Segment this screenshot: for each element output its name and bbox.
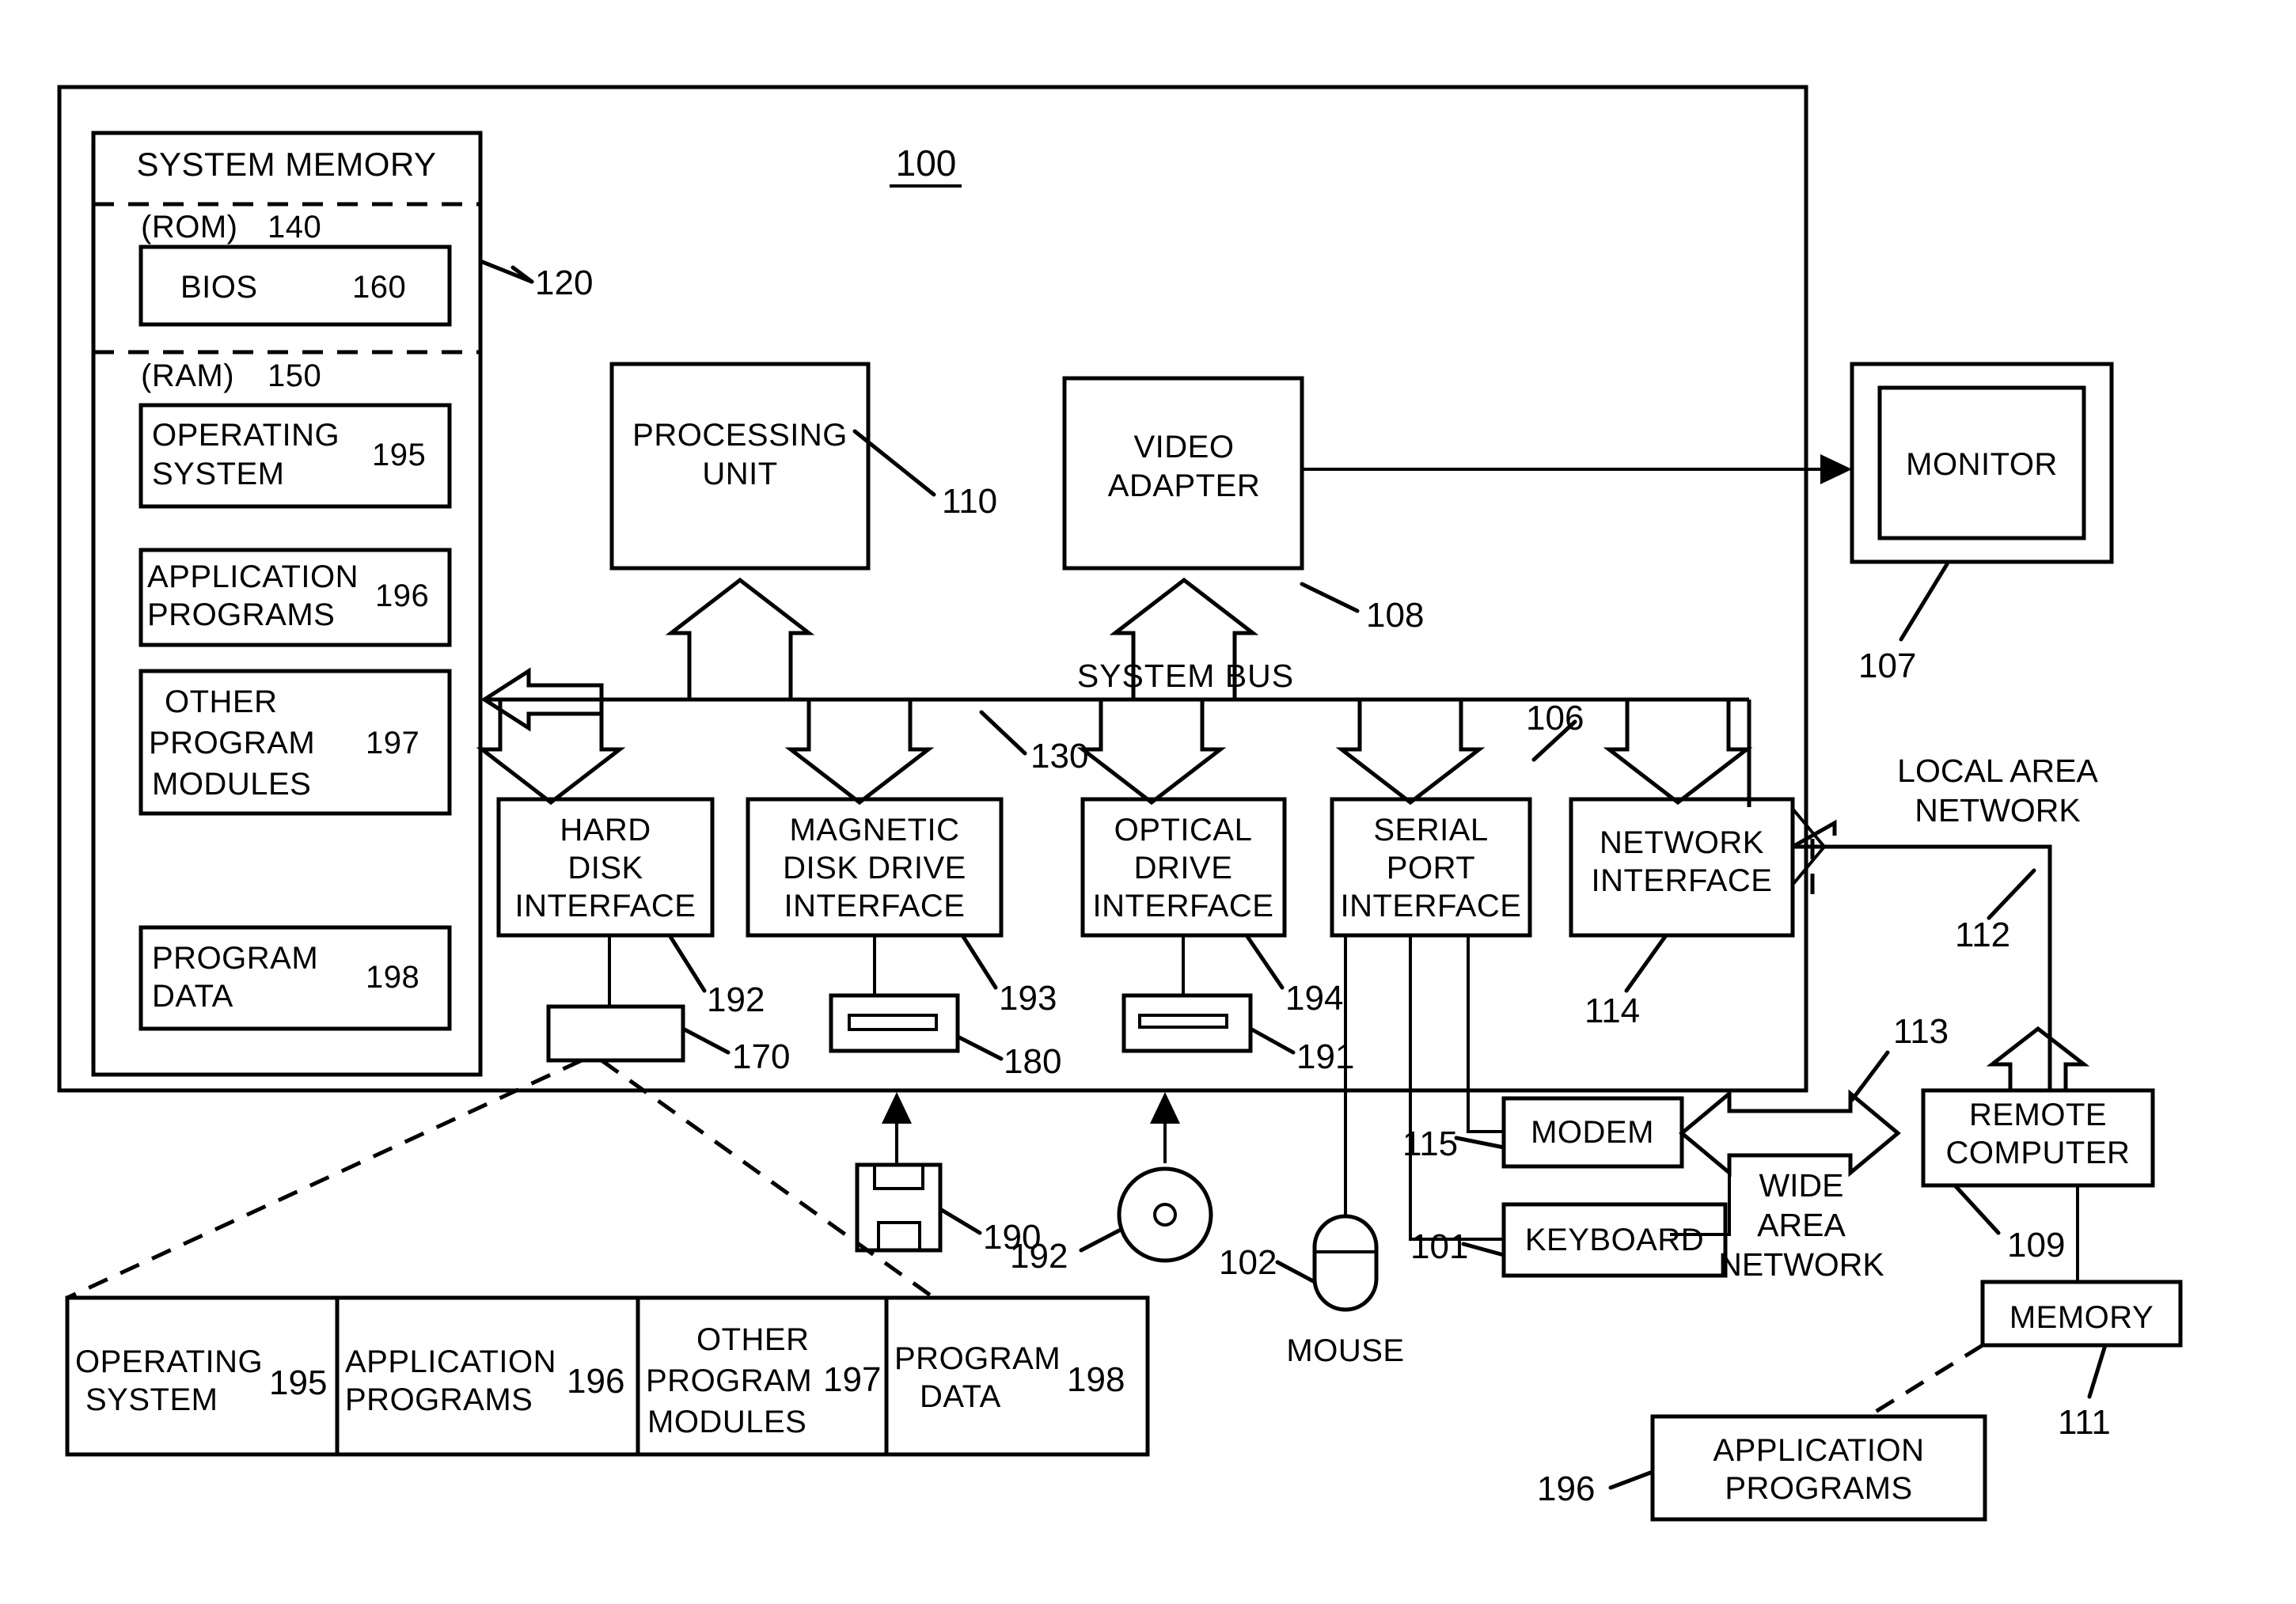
serial-interface-line3: INTERFACE (1341, 889, 1522, 923)
serial-interface-line2: PORT (1387, 851, 1475, 885)
memory-block-3-ref: 198 (366, 960, 419, 995)
ref-120: 120 (535, 264, 593, 302)
ram-label: (RAM) (141, 358, 234, 393)
wan-label-line1: WIDE (1759, 1167, 1843, 1204)
memory-block-2-line1: OTHER (165, 684, 278, 719)
hard-disk-interface-line1: HARD (560, 813, 651, 848)
magnetic-interface-line1: MAGNETIC (789, 813, 959, 848)
wan-label-line2: AREA (1757, 1207, 1846, 1243)
ref-108: 108 (1366, 596, 1424, 635)
expanded-cell-3-line2: DATA (920, 1379, 1001, 1414)
remote-computer-line1: REMOTE (1969, 1098, 2107, 1132)
ref-115: 115 (1402, 1124, 1458, 1163)
ref-101: 101 (1410, 1227, 1468, 1266)
network-interface-line1: NETWORK (1600, 825, 1764, 860)
mouse-label: MOUSE (1286, 1333, 1404, 1368)
serial-interface-line1: SERIAL (1373, 813, 1488, 848)
ref-192-disc: 192 (1010, 1237, 1068, 1276)
ref-112: 112 (1955, 916, 2010, 954)
ref-196-remote: 196 (1537, 1469, 1595, 1508)
system-bus-label: SYSTEM BUS (1077, 658, 1294, 694)
video-adapter-line1: VIDEO (1134, 430, 1235, 465)
ref-114: 114 (1584, 992, 1640, 1030)
bios-ref: 160 (352, 270, 406, 305)
ref-180: 180 (1004, 1042, 1061, 1081)
bios-label: BIOS (180, 270, 258, 305)
expanded-cell-2-ref: 197 (823, 1360, 881, 1399)
ref-106: 106 (1526, 699, 1584, 738)
ref-130: 130 (1030, 737, 1088, 775)
ref-109: 109 (2007, 1226, 2065, 1265)
memory-block-3-line2: DATA (152, 979, 233, 1014)
memory-block-1-ref: 196 (375, 578, 429, 613)
ref-192-interface: 192 (707, 980, 765, 1019)
memory-block-0-ref: 195 (372, 438, 426, 472)
rom-ref: 140 (268, 210, 321, 245)
remote-app-programs-line2: PROGRAMS (1725, 1471, 1912, 1506)
expanded-cell-2-line1: OTHER (696, 1322, 810, 1357)
expanded-cell-1-line2: PROGRAMS (345, 1382, 533, 1417)
hard-disk-interface-line3: INTERFACE (515, 889, 696, 923)
processing-unit-line1: PROCESSING (632, 418, 848, 453)
expanded-cell-0-ref: 195 (269, 1363, 327, 1402)
system-memory-heading: SYSTEM MEMORY (136, 146, 436, 183)
expanded-cell-3-ref: 198 (1067, 1360, 1125, 1399)
expanded-cell-2-line2: PROGRAM (646, 1363, 812, 1398)
optical-interface-line2: DRIVE (1134, 851, 1233, 885)
modem-label: MODEM (1531, 1115, 1654, 1150)
ref-194-interface: 194 (1285, 979, 1343, 1018)
memory-block-1-line2: PROGRAMS (147, 597, 335, 632)
ram-ref: 150 (268, 358, 321, 393)
memory-block-2-line2: PROGRAM (149, 726, 315, 760)
remote-computer-line2: COMPUTER (1946, 1136, 2131, 1170)
ref-102: 102 (1219, 1243, 1277, 1282)
lan-label-line2: NETWORK (1915, 792, 2081, 829)
expanded-cell-0-line1: OPERATING (75, 1344, 263, 1379)
figure-ref-100: 100 (896, 142, 957, 184)
memory-block-0-line1: OPERATING (152, 418, 340, 453)
expanded-cell-3-line1: PROGRAM (894, 1341, 1061, 1376)
monitor-label: MONITOR (1906, 447, 2058, 482)
processing-unit-line2: UNIT (702, 457, 777, 491)
video-adapter-line2: ADAPTER (1108, 468, 1260, 503)
memory-block-0-line2: SYSTEM (152, 457, 284, 491)
diagram-text-layer: 100 120 SYSTEM MEMORY (ROM) 140 BIOS 160… (75, 142, 2154, 1508)
optical-interface-line3: INTERFACE (1093, 889, 1274, 923)
magnetic-interface-line2: DISK DRIVE (783, 851, 966, 885)
magnetic-interface-line3: INTERFACE (784, 889, 966, 923)
ref-111: 111 (2058, 1403, 2111, 1442)
wan-label-line3: NETWORK (1718, 1246, 1884, 1283)
expanded-cell-2-line3: MODULES (647, 1405, 806, 1439)
ref-193-interface: 193 (999, 979, 1057, 1018)
memory-block-2-ref: 197 (366, 726, 419, 760)
patent-figure-computer-system: 100 120 SYSTEM MEMORY (ROM) 140 BIOS 160… (0, 0, 2296, 1604)
network-interface-line2: INTERFACE (1592, 863, 1773, 898)
ref-191: 191 (1296, 1037, 1354, 1076)
memory-block-3-line1: PROGRAM (152, 941, 318, 976)
ref-110: 110 (942, 482, 997, 521)
ref-107: 107 (1858, 647, 1916, 685)
ref-170: 170 (732, 1037, 790, 1076)
expanded-cell-1-ref: 196 (567, 1362, 624, 1401)
keyboard-label: KEYBOARD (1525, 1223, 1704, 1257)
expanded-cell-0-line2: SYSTEM (85, 1382, 218, 1417)
lan-label-line1: LOCAL AREA (1897, 753, 2098, 789)
hard-disk-interface-line2: DISK (567, 851, 643, 885)
memory-block-1-line1: APPLICATION (147, 559, 359, 594)
optical-interface-line1: OPTICAL (1114, 813, 1253, 848)
memory-block-2-line3: MODULES (152, 767, 311, 802)
rom-label: (ROM) (141, 210, 237, 245)
remote-memory-label: MEMORY (2009, 1300, 2154, 1335)
remote-app-programs-line1: APPLICATION (1713, 1433, 1924, 1468)
expanded-cell-1-line1: APPLICATION (345, 1344, 556, 1379)
ref-113: 113 (1893, 1012, 1949, 1051)
